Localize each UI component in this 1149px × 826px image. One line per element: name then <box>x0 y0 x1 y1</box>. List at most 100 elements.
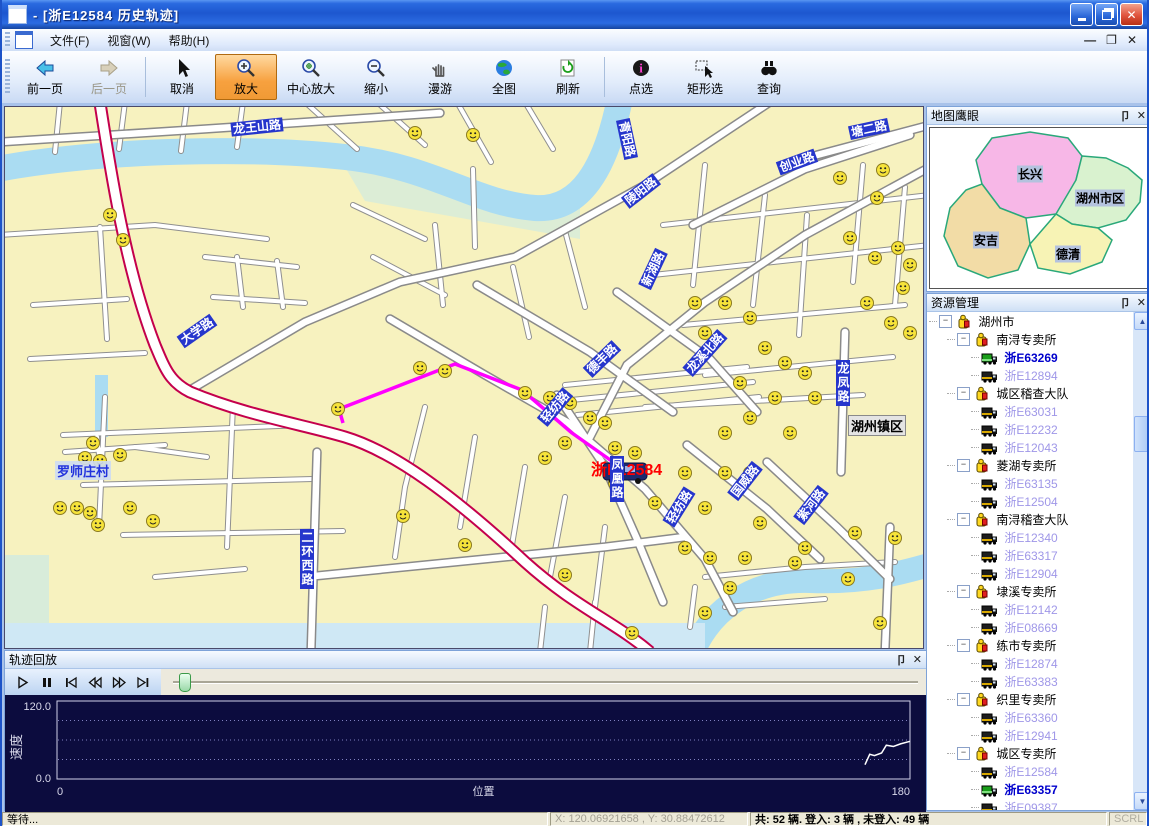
tree-vehicle-7-0[interactable]: 浙E12584 <box>927 762 1133 780</box>
tree-root-huzhou[interactable]: − 湖州市 <box>927 312 1133 330</box>
smiley-marker[interactable] <box>626 627 639 640</box>
smiley-marker[interactable] <box>889 532 902 545</box>
smiley-marker[interactable] <box>809 392 822 405</box>
tree-group-2[interactable]: − 菱湖专卖所 <box>927 456 1133 474</box>
smiley-marker[interactable] <box>885 317 898 330</box>
scroll-up-icon[interactable]: ▲ <box>1134 312 1149 330</box>
smiley-marker[interactable] <box>699 502 712 515</box>
map-canvas[interactable]: 浙E12584 <box>5 107 923 648</box>
scrollbar-thumb[interactable] <box>1134 416 1149 452</box>
tree-group-7[interactable]: − 城区专卖所 <box>927 744 1133 762</box>
smiley-marker[interactable] <box>124 502 137 515</box>
pin-icon[interactable]: 卩 <box>1120 108 1131 124</box>
scroll-down-icon[interactable]: ▼ <box>1134 792 1149 810</box>
skip-start-button[interactable] <box>59 672 83 692</box>
smiley-marker[interactable] <box>114 449 127 462</box>
smiley-marker[interactable] <box>104 209 117 222</box>
smiley-marker[interactable] <box>609 442 622 455</box>
smiley-marker[interactable] <box>519 387 532 400</box>
tree-group-3[interactable]: − 南浔稽查大队 <box>927 510 1133 528</box>
tree-vehicle-5-1[interactable]: 浙E63383 <box>927 672 1133 690</box>
smiley-marker[interactable] <box>744 312 757 325</box>
tree-vehicle-3-0[interactable]: 浙E12340 <box>927 528 1133 546</box>
smiley-marker[interactable] <box>897 282 910 295</box>
smiley-marker[interactable] <box>459 539 472 552</box>
smiley-marker[interactable] <box>84 507 97 520</box>
smiley-marker[interactable] <box>599 417 612 430</box>
tree-collapse-icon[interactable]: − <box>957 333 970 346</box>
smiley-marker[interactable] <box>739 552 752 565</box>
skip-end-button[interactable] <box>131 672 155 692</box>
tree-group-1[interactable]: − 城区稽查大队 <box>927 384 1133 402</box>
smiley-marker[interactable] <box>699 327 712 340</box>
smiley-marker[interactable] <box>564 397 577 410</box>
toolbar-grip[interactable] <box>5 59 10 95</box>
smiley-marker[interactable] <box>877 164 890 177</box>
pin-icon[interactable]: 卩 <box>896 652 907 668</box>
tree-collapse-icon[interactable]: − <box>957 693 970 706</box>
smiley-marker[interactable] <box>799 542 812 555</box>
tree-vehicle-7-2[interactable]: 浙E09387 <box>927 798 1133 810</box>
overview-map[interactable]: 长兴湖州市区安吉德清 <box>929 127 1148 289</box>
smiley-marker[interactable] <box>704 552 717 565</box>
smiley-marker[interactable] <box>719 467 732 480</box>
tree-group-5[interactable]: − 练市专卖所 <box>927 636 1133 654</box>
cancel-button[interactable]: 取消 <box>151 54 213 100</box>
smiley-marker[interactable] <box>467 129 480 142</box>
smiley-marker[interactable] <box>332 403 345 416</box>
smiley-marker[interactable] <box>904 327 917 340</box>
tree-vehicle-2-1[interactable]: 浙E12504 <box>927 492 1133 510</box>
tree-collapse-icon[interactable]: − <box>957 639 970 652</box>
playback-slider[interactable] <box>161 669 926 695</box>
pause-button[interactable] <box>35 672 59 692</box>
tree-collapse-icon[interactable]: − <box>957 387 970 400</box>
tree-collapse-icon[interactable]: − <box>957 747 970 760</box>
smiley-marker[interactable] <box>679 467 692 480</box>
smiley-marker[interactable] <box>544 392 557 405</box>
minimize-button[interactable] <box>1070 3 1093 26</box>
smiley-marker[interactable] <box>734 377 747 390</box>
tree-vehicle-7-1[interactable]: 浙E63357 <box>927 780 1133 798</box>
smiley-marker[interactable] <box>719 297 732 310</box>
point-select-button[interactable]: i点选 <box>610 54 672 100</box>
menu-grip[interactable] <box>5 32 10 47</box>
smiley-marker[interactable] <box>744 412 757 425</box>
tree-collapse-icon[interactable]: − <box>957 585 970 598</box>
zoom-out-button[interactable]: 缩小 <box>345 54 407 100</box>
smiley-marker[interactable] <box>699 607 712 620</box>
menu-item-0[interactable]: 文件(F) <box>41 30 98 51</box>
smiley-marker[interactable] <box>784 427 797 440</box>
smiley-marker[interactable] <box>799 367 812 380</box>
mdi-close-button[interactable]: ✕ <box>1127 33 1137 47</box>
pan-button[interactable]: 漫游 <box>409 54 471 100</box>
full-map-button[interactable]: 全图 <box>473 54 535 100</box>
query-button[interactable]: 查询 <box>738 54 800 100</box>
tree-vehicle-4-1[interactable]: 浙E08669 <box>927 618 1133 636</box>
tree-vehicle-6-1[interactable]: 浙E12941 <box>927 726 1133 744</box>
tree-vehicle-3-1[interactable]: 浙E63317 <box>927 546 1133 564</box>
smiley-marker[interactable] <box>679 542 692 555</box>
tree-vehicle-4-0[interactable]: 浙E12142 <box>927 600 1133 618</box>
smiley-marker[interactable] <box>147 515 160 528</box>
fast-forward-button[interactable] <box>107 672 131 692</box>
tree-collapse-icon[interactable]: − <box>939 315 952 328</box>
smiley-marker[interactable] <box>904 259 917 272</box>
playback-slider-thumb[interactable] <box>179 673 191 692</box>
mdi-minimize-button[interactable]: — <box>1084 33 1096 47</box>
prev-page-button[interactable]: 前一页 <box>14 54 76 100</box>
next-page-button[interactable]: 后一页 <box>78 54 140 100</box>
smiley-marker[interactable] <box>54 502 67 515</box>
center-zoom-button[interactable]: 中心放大 <box>279 54 343 100</box>
smiley-marker[interactable] <box>117 234 130 247</box>
tree-vehicle-0-1[interactable]: 浙E12894 <box>927 366 1133 384</box>
tree-vehicle-2-0[interactable]: 浙E63135 <box>927 474 1133 492</box>
close-button[interactable]: ✕ <box>1120 3 1143 26</box>
panel-close-icon[interactable]: ✕ <box>913 653 922 666</box>
tree-vehicle-3-2[interactable]: 浙E12904 <box>927 564 1133 582</box>
smiley-marker[interactable] <box>874 617 887 630</box>
smiley-marker[interactable] <box>584 412 597 425</box>
tree-collapse-icon[interactable]: − <box>957 459 970 472</box>
menu-item-1[interactable]: 视窗(W) <box>98 30 159 51</box>
smiley-marker[interactable] <box>724 582 737 595</box>
pin-icon[interactable]: 卩 <box>1120 295 1131 311</box>
